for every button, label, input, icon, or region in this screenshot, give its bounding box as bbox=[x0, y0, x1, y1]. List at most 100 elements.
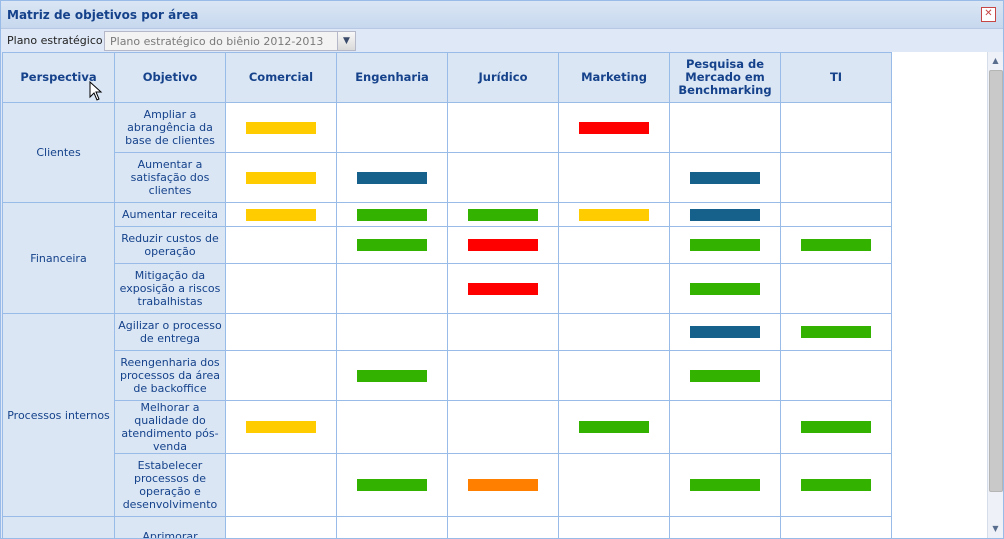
matrix-cell[interactable] bbox=[669, 152, 781, 203]
matrix-cell[interactable] bbox=[336, 400, 448, 454]
column-header[interactable]: Marketing bbox=[558, 52, 670, 103]
matrix-cell[interactable] bbox=[780, 313, 892, 351]
column-header[interactable]: Jurídico bbox=[447, 52, 559, 103]
matrix-cell[interactable] bbox=[669, 453, 781, 517]
matrix-cell[interactable] bbox=[558, 263, 670, 314]
matrix-body: Clientes Ampliar a abrangência da base de… bbox=[2, 102, 892, 538]
header-row: Perspectiva Objetivo Comercial Engenharia Ju… bbox=[2, 52, 892, 103]
status-bar-green bbox=[690, 369, 760, 382]
matrix-cell[interactable] bbox=[225, 102, 337, 153]
status-bar-green bbox=[690, 479, 760, 491]
perspective-cell: Clientes bbox=[2, 102, 115, 203]
vertical-scrollbar[interactable]: ▲ ▼ bbox=[987, 52, 1003, 538]
title-bar: Matriz de objetivos por área ✕ bbox=[1, 1, 1003, 29]
matrix-cell[interactable] bbox=[447, 263, 559, 314]
matrix-cell[interactable] bbox=[780, 516, 892, 538]
matrix-cell[interactable] bbox=[780, 400, 892, 454]
matrix-cell[interactable] bbox=[669, 263, 781, 314]
matrix-cell[interactable] bbox=[558, 102, 670, 153]
column-header[interactable]: Comercial bbox=[225, 52, 337, 103]
matrix-cell[interactable] bbox=[336, 516, 448, 538]
table-row: Financeira Aumentar receita bbox=[2, 202, 892, 314]
perspective-cell bbox=[2, 516, 115, 538]
matrix-cell[interactable] bbox=[780, 453, 892, 517]
matrix-cell[interactable] bbox=[447, 313, 559, 351]
matrix-cell[interactable] bbox=[225, 263, 337, 314]
matrix-cell[interactable] bbox=[225, 226, 337, 264]
matrix-cell[interactable] bbox=[558, 453, 670, 517]
matrix-cell[interactable] bbox=[225, 453, 337, 517]
matrix-cell[interactable] bbox=[447, 152, 559, 203]
matrix-cell[interactable] bbox=[558, 313, 670, 351]
matrix-cell[interactable] bbox=[447, 400, 559, 454]
matrix-cell[interactable] bbox=[780, 226, 892, 264]
objective-cell: Ampliar a abrangência da base de cliente… bbox=[114, 102, 226, 153]
matrix-cell[interactable] bbox=[336, 102, 448, 153]
matrix-cell[interactable] bbox=[336, 152, 448, 203]
matrix-cell[interactable] bbox=[558, 516, 670, 538]
matrix-cell[interactable] bbox=[558, 400, 670, 454]
matrix-cell[interactable] bbox=[225, 202, 337, 227]
matrix-cell[interactable] bbox=[336, 453, 448, 517]
scroll-thumb[interactable] bbox=[989, 70, 1003, 492]
matrix-cell[interactable] bbox=[447, 350, 559, 401]
matrix-cell[interactable] bbox=[669, 202, 781, 227]
close-icon[interactable]: ✕ bbox=[981, 7, 996, 22]
status-bar-green bbox=[468, 208, 538, 221]
status-bar-yellow bbox=[246, 208, 316, 221]
matrix-cell[interactable] bbox=[225, 516, 337, 538]
chevron-down-icon[interactable]: ▼ bbox=[337, 32, 355, 50]
matrix-cell[interactable] bbox=[780, 350, 892, 401]
column-header[interactable]: TI bbox=[780, 52, 892, 103]
perspective-cell: Processos internos bbox=[2, 313, 115, 517]
column-header[interactable]: Engenharia bbox=[336, 52, 448, 103]
matrix-cell[interactable] bbox=[669, 313, 781, 351]
scroll-up-icon[interactable]: ▲ bbox=[988, 54, 1003, 68]
status-bar-red bbox=[468, 239, 538, 251]
matrix-cell[interactable] bbox=[447, 102, 559, 153]
plan-select[interactable]: Plano estratégico do biênio 2012-2013 ▼ bbox=[104, 31, 356, 51]
matrix-cell[interactable] bbox=[558, 226, 670, 264]
mouse-cursor-icon bbox=[89, 81, 103, 101]
objective-cell: Reduzir custos de operação bbox=[114, 226, 226, 264]
matrix-cell[interactable] bbox=[669, 516, 781, 538]
matrix-cell[interactable] bbox=[447, 453, 559, 517]
matrix-cell[interactable] bbox=[780, 263, 892, 314]
matrix-cell[interactable] bbox=[336, 263, 448, 314]
matrix-cell[interactable] bbox=[669, 400, 781, 454]
matrix-cell[interactable] bbox=[225, 400, 337, 454]
objective-cell: Agilizar o processo de entrega bbox=[114, 313, 226, 351]
matrix-cell[interactable] bbox=[336, 226, 448, 264]
perspective-cell: Financeira bbox=[2, 202, 115, 314]
matrix-cell[interactable] bbox=[447, 516, 559, 538]
matrix-cell[interactable] bbox=[780, 102, 892, 153]
matrix-cell[interactable] bbox=[447, 226, 559, 264]
matrix-cell[interactable] bbox=[336, 350, 448, 401]
column-header[interactable]: Pesquisa de Mercado em Benchmarking bbox=[669, 52, 781, 103]
matrix-cell[interactable] bbox=[780, 202, 892, 227]
matrix-cell[interactable] bbox=[225, 152, 337, 203]
matrix-cell[interactable] bbox=[780, 152, 892, 203]
status-bar-green bbox=[801, 479, 871, 491]
matrix-cell[interactable] bbox=[447, 202, 559, 227]
scroll-down-icon[interactable]: ▼ bbox=[988, 522, 1003, 536]
matrix-cell[interactable] bbox=[336, 202, 448, 227]
matrix-cell[interactable] bbox=[558, 202, 670, 227]
matrix-cell[interactable] bbox=[558, 152, 670, 203]
matrix-cell[interactable] bbox=[669, 226, 781, 264]
table-row: Reduzir custos de operação bbox=[3, 226, 892, 264]
table-row: Estabelecer processos de operação e dese… bbox=[3, 453, 892, 517]
matrix-cell[interactable] bbox=[669, 102, 781, 153]
matrix-cell[interactable] bbox=[558, 350, 670, 401]
status-bar-red bbox=[468, 282, 538, 295]
matrix-cell[interactable] bbox=[225, 313, 337, 351]
matrix-cell[interactable] bbox=[669, 350, 781, 401]
matrix-table: Perspectiva Objetivo Comercial Engenharia Ju… bbox=[2, 52, 892, 538]
matrix-cell[interactable] bbox=[225, 350, 337, 401]
matrix-cell[interactable] bbox=[336, 313, 448, 351]
status-bar-green bbox=[690, 239, 760, 251]
objective-cell: Reengenharia dos processos da área de ba… bbox=[114, 350, 226, 401]
column-header[interactable]: Objetivo bbox=[114, 52, 226, 103]
toolbar: Plano estratégico Plano estratégico do b… bbox=[1, 29, 1003, 52]
objective-cell: Mitigação da exposição a riscos trabalhi… bbox=[114, 263, 226, 314]
